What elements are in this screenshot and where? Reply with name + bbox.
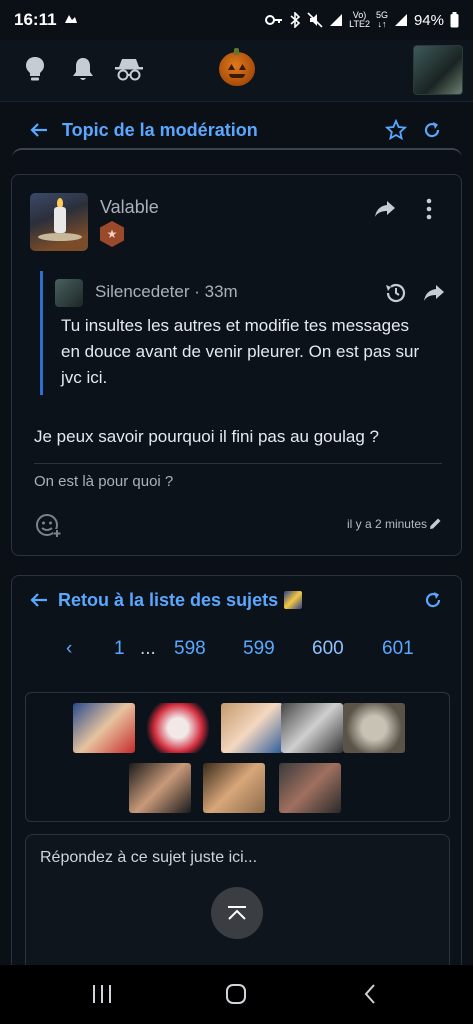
back-to-list-link[interactable]: Retou à la liste des sujets [30, 586, 303, 614]
post-signature: On est là pour quoi ? [34, 473, 174, 490]
post-body: Je peux savoir pourquoi il fini pas au g… [34, 427, 379, 446]
topic-title[interactable]: Topic de la modération [62, 120, 258, 141]
user-avatar[interactable] [413, 45, 463, 95]
post-card: Valable ★ Silencedeter · 33m Tu insultes… [11, 174, 462, 556]
page-601[interactable]: 601 [382, 638, 414, 660]
battery-percent: 94% [413, 11, 444, 29]
sticker-item[interactable] [343, 703, 405, 753]
quote-time: · 33m [194, 282, 238, 301]
history-icon[interactable] [382, 279, 410, 307]
quote-author[interactable]: Silencedeter [95, 282, 190, 301]
reply-placeholder: Répondez à ce sujet juste ici... [40, 849, 258, 866]
author-avatar[interactable] [30, 193, 88, 251]
quote-share-icon[interactable] [420, 279, 448, 307]
incognito-icon[interactable] [112, 52, 146, 86]
page-599[interactable]: 599 [243, 638, 275, 660]
battery-icon [450, 12, 459, 28]
sticker-item[interactable] [281, 703, 343, 753]
sticker-item[interactable] [73, 703, 135, 753]
page-ellipsis: ... [140, 638, 156, 659]
more-icon[interactable] [417, 195, 441, 223]
sticker-picker [25, 692, 450, 822]
system-navigation-bar [0, 965, 473, 1024]
chevron-up-icon [228, 906, 246, 920]
notification-icon [64, 15, 77, 23]
quoted-message: Silencedeter · 33m Tu insultes les autre… [40, 271, 444, 395]
page-600-current[interactable]: 600 [312, 638, 344, 660]
rank-badge-icon: ★ [100, 221, 124, 247]
pencil-icon[interactable] [427, 515, 443, 531]
arrow-left-icon [30, 593, 47, 607]
page-prev[interactable]: ‹ [66, 638, 72, 660]
key-icon [265, 15, 283, 25]
lightbulb-icon[interactable] [18, 52, 52, 86]
signature-divider [34, 463, 442, 464]
recent-apps-icon[interactable] [82, 979, 122, 1009]
refresh-list-icon[interactable] [421, 588, 445, 612]
back-to-list-label: Retou à la liste des sujets [58, 589, 279, 610]
quote-body: Tu insultes les autres et modifie tes me… [61, 316, 420, 387]
arrow-left-icon[interactable] [30, 120, 50, 140]
signal-icon [330, 14, 343, 26]
bluetooth-icon [290, 12, 301, 28]
pagination: ‹ 1 ... 598 599 600 601 [52, 632, 432, 672]
sticker-item[interactable] [147, 703, 209, 753]
bell-icon[interactable] [66, 52, 100, 86]
quote-author-avatar[interactable] [55, 279, 83, 307]
5g-indicator: 5G ↓↑ [375, 10, 388, 29]
divider [12, 148, 462, 158]
sticker-item[interactable] [221, 703, 283, 753]
sticker-item[interactable] [203, 763, 265, 813]
signal-icon-2 [394, 14, 407, 26]
volte-indicator: Vo) LTE2 [349, 10, 370, 29]
sticker-item[interactable] [129, 763, 191, 813]
quote-header: Silencedeter · 33m [95, 282, 238, 302]
add-reaction-icon[interactable] [34, 511, 62, 539]
sticker-item[interactable] [279, 763, 341, 813]
scroll-top-button[interactable] [211, 887, 263, 939]
top-navigation [0, 40, 473, 102]
author-name[interactable]: Valable [100, 197, 159, 218]
page-598[interactable]: 598 [174, 638, 206, 660]
refresh-icon[interactable] [418, 116, 446, 144]
status-bar: 16:11 Vo) LTE2 5G ↓↑ 94% [0, 0, 473, 40]
page-first[interactable]: 1 [114, 638, 125, 660]
sparkle-emoji-icon [284, 591, 303, 609]
post-timestamp: il y a 2 minutes [346, 517, 427, 531]
home-icon[interactable] [216, 979, 256, 1009]
pumpkin-logo[interactable] [219, 48, 255, 86]
topic-header: Topic de la modération [12, 106, 462, 154]
status-time: 16:11 [14, 10, 57, 29]
star-icon[interactable] [382, 116, 410, 144]
mute-icon [307, 12, 323, 28]
share-icon[interactable] [371, 195, 399, 223]
back-icon[interactable] [350, 979, 390, 1009]
